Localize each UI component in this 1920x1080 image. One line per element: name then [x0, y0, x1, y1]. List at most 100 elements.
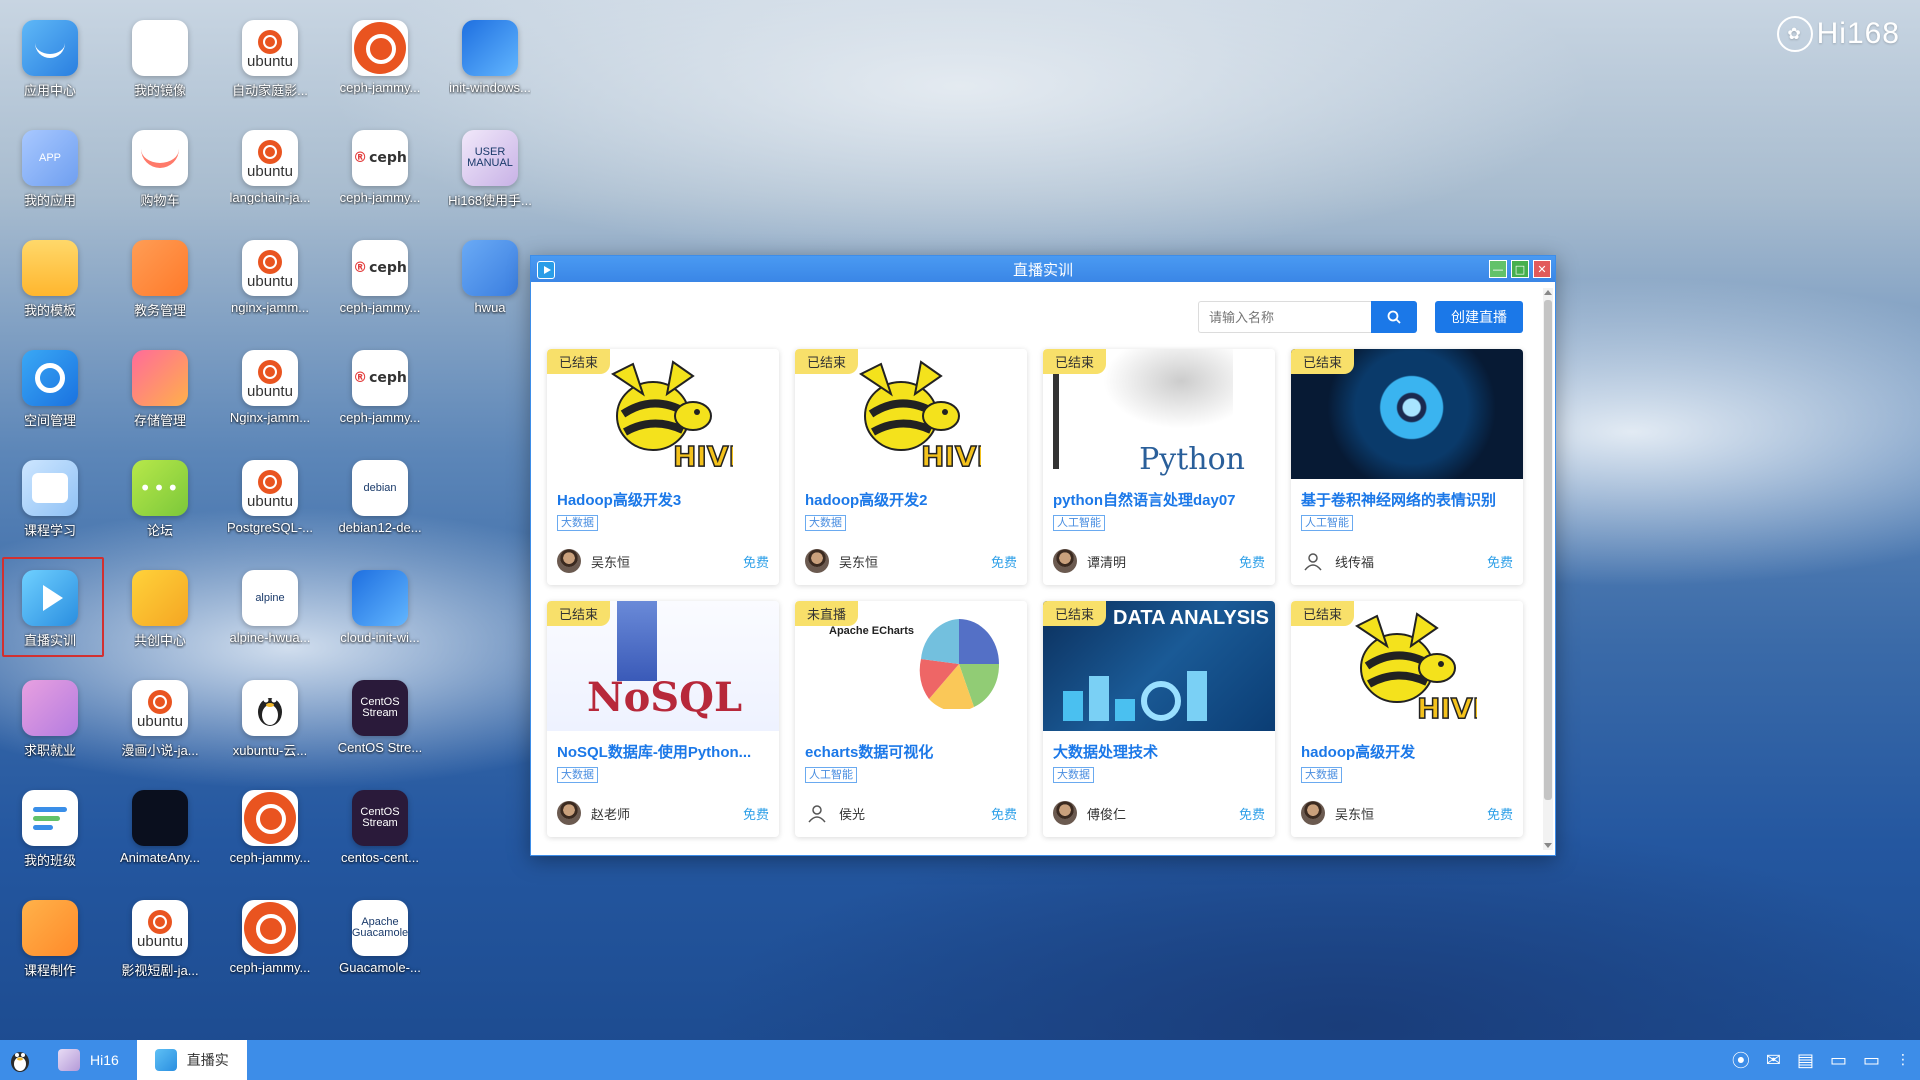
- desktop-icon[interactable]: cloud-init-wi...: [330, 570, 430, 670]
- desktop-icon[interactable]: ubuntu 漫画小说-ja...: [110, 680, 210, 780]
- desktop-icon[interactable]: 我的镜像: [110, 20, 210, 120]
- desktop-icon-label: cloud-init-wi...: [340, 630, 420, 645]
- scroll-up-icon[interactable]: [1544, 290, 1552, 295]
- desktop-icon[interactable]: ® ceph ceph-jammy...: [330, 130, 430, 230]
- desktop-icon[interactable]: init-windows...: [440, 20, 540, 120]
- desktop-icon[interactable]: 我的模板: [0, 240, 100, 340]
- desktop-icon[interactable]: 课程制作: [0, 900, 100, 1000]
- broadcast-icon[interactable]: ⦿: [1732, 1047, 1750, 1073]
- desktop-icon[interactable]: ® ceph ceph-jammy...: [330, 350, 430, 450]
- desktop-icon[interactable]: APP 我的应用: [0, 130, 100, 230]
- search-box: [1198, 301, 1417, 333]
- hive-bee-logo: HIVE: [611, 360, 733, 474]
- desktop-icon[interactable]: 空间管理: [0, 350, 100, 450]
- author-name: 线传福: [1335, 554, 1375, 570]
- desktop-icon-label: ceph-jammy...: [339, 300, 421, 315]
- taskbar: Hi16 直播实 ⦿ ✉ ▤ ▭ ▭ ⋮: [0, 1040, 1920, 1080]
- live-course-card[interactable]: HIVE 已结束 hadoop高级开发大数据吴东恒 免费: [1291, 601, 1523, 837]
- desktop-icon[interactable]: ubuntu Nginx-jamm...: [220, 350, 320, 450]
- desktop-icon[interactable]: xubuntu-云...: [220, 680, 320, 780]
- live-course-card[interactable]: 已结束 基于卷积神经网络的表情识别 人工智能 线传福 免费: [1291, 349, 1523, 585]
- desktop-icon-label: CentOS Stre...: [337, 740, 423, 755]
- course-title[interactable]: python自然语言处理day07: [1043, 479, 1275, 510]
- desktop-icon[interactable]: ® ceph ceph-jammy...: [330, 240, 430, 340]
- desktop-icon[interactable]: 购物车: [110, 130, 210, 230]
- desktop-icon[interactable]: ceph-jammy...: [330, 20, 430, 120]
- close-button[interactable]: ✕: [1533, 260, 1551, 278]
- scrollbar[interactable]: [1543, 288, 1553, 850]
- desktop-icon-label: 我的模板: [23, 303, 76, 318]
- desktop-icon-label: debian12-de...: [338, 520, 422, 535]
- paw-icon: ✿: [1776, 16, 1813, 52]
- system-tray: ⦿ ✉ ▤ ▭ ▭ ⋮: [1732, 1040, 1910, 1080]
- status-badge: 已结束: [795, 349, 859, 374]
- desktop-icon[interactable]: 求职就业: [0, 680, 100, 780]
- search-input[interactable]: [1198, 301, 1371, 333]
- live-icon: [154, 1049, 177, 1071]
- desktop-icon[interactable]: ubuntu nginx-jamm...: [220, 240, 320, 340]
- desktop-icon[interactable]: hwua: [440, 240, 540, 340]
- desktop-icon[interactable]: 教务管理: [110, 240, 210, 340]
- wechat-icon[interactable]: ✉: [1766, 1050, 1781, 1071]
- desktop-icon[interactable]: CentOS Stream centos-cent...: [330, 790, 430, 890]
- author-name: 赵老师: [591, 806, 631, 822]
- live-course-card[interactable]: HIVE 已结束 hadoop高级开发2 大数据吴东恒 免费: [795, 349, 1027, 585]
- desktop-icon[interactable]: ubuntu PostgreSQL-...: [220, 460, 320, 560]
- course-title[interactable]: NoSQL数据库-使用Python...: [547, 731, 779, 762]
- live-course-card[interactable]: Python 已结束 python自然语言处理day07 人工智能 谭清明 免费: [1043, 349, 1275, 585]
- desktop-icon[interactable]: ••• 论坛: [110, 460, 210, 560]
- desktop-icon[interactable]: ceph-jammy...: [220, 790, 320, 890]
- desktop-icon[interactable]: USER MANUAL Hi168使用手...: [440, 130, 540, 230]
- desktop-icon[interactable]: 应用中心: [0, 20, 100, 120]
- desktop-icon[interactable]: Apache Guacamole Guacamole-...: [330, 900, 430, 1000]
- desktop-icon[interactable]: ubuntu 自动家庭影...: [220, 20, 320, 120]
- taskbar-item-live[interactable]: 直播实: [136, 1040, 247, 1080]
- desktop-icon[interactable]: 存储管理: [110, 350, 210, 450]
- desktop-icon[interactable]: debian debian12-de...: [330, 460, 430, 560]
- desktop-icon[interactable]: alpine alpine-hwua...: [220, 570, 320, 670]
- course-title[interactable]: echarts数据可视化: [795, 731, 1027, 762]
- category-tag: 大数据: [1301, 767, 1342, 783]
- scrollbar-thumb[interactable]: [1544, 300, 1552, 800]
- desktop-icon[interactable]: ubuntu langchain-ja...: [220, 130, 320, 230]
- taskbar-item-hi168[interactable]: Hi16: [40, 1040, 137, 1080]
- live-training-window: 直播实训 — □ ✕ 创建直播 HIVE已结束Hadoop高级开发3大数据吴东恒…: [530, 255, 1556, 856]
- course-title[interactable]: hadoop高级开发: [1291, 731, 1523, 762]
- maximize-button[interactable]: □: [1511, 260, 1529, 278]
- desktop-icon[interactable]: CentOS Stream CentOS Stre...: [330, 680, 430, 780]
- taskbar-item-label: Hi16: [90, 1052, 119, 1068]
- chat-icon[interactable]: ▭: [1830, 1050, 1847, 1071]
- price-label: 免费: [742, 806, 769, 822]
- monitor-icon[interactable]: ▭: [1863, 1050, 1880, 1071]
- desktop-icon[interactable]: 课程学习: [0, 460, 100, 560]
- live-course-card[interactable]: DATA ANALYSIS 已结束 大数据处理技术 大数据 傅俊仁 免费: [1043, 601, 1275, 837]
- avatar: [557, 549, 581, 573]
- desktop-icon[interactable]: ubuntu 影视短剧-ja...: [110, 900, 210, 1000]
- live-course-card[interactable]: NoSQL 已结束 NoSQL数据库-使用Python... 大数据 赵老师 免费: [547, 601, 779, 837]
- course-title[interactable]: hadoop高级开发2: [795, 479, 1027, 510]
- alpine-icon: alpine: [242, 570, 298, 626]
- desktop-icon[interactable]: 共创中心: [110, 570, 210, 670]
- create-live-button[interactable]: 创建直播: [1435, 301, 1523, 333]
- category-tag: 大数据: [557, 767, 598, 783]
- ceph-icon: ® ceph: [352, 130, 408, 186]
- card-footer: 线传福 免费: [1301, 549, 1513, 573]
- live-course-card[interactable]: Apache ECharts 未直播 echarts数据可视化 人工智能 侯光 免费: [795, 601, 1027, 837]
- course-title[interactable]: 基于卷积神经网络的表情识别: [1291, 479, 1523, 510]
- course-title[interactable]: Hadoop高级开发3: [547, 479, 779, 510]
- desktop-icon-label: hwua: [474, 300, 506, 315]
- desktop-icon[interactable]: 我的班级: [0, 790, 100, 890]
- more-icon[interactable]: ⋮: [1896, 1052, 1910, 1068]
- start-button[interactable]: [0, 1040, 40, 1080]
- search-button[interactable]: [1371, 301, 1417, 333]
- window-titlebar[interactable]: 直播实训 — □ ✕: [531, 256, 1555, 282]
- scroll-down-icon[interactable]: [1544, 843, 1552, 848]
- minimize-button[interactable]: —: [1489, 260, 1507, 278]
- course-title[interactable]: 大数据处理技术: [1043, 731, 1275, 762]
- notes-icon[interactable]: ▤: [1797, 1050, 1814, 1071]
- desktop-icon[interactable]: ceph-jammy...: [220, 900, 320, 1000]
- desktop-icon[interactable]: AnimateAny...: [110, 790, 210, 890]
- live-course-card[interactable]: HIVE 已结束 Hadoop高级开发3 大数据吴东恒 免费: [547, 349, 779, 585]
- taskbar-item-label: 直播实: [186, 1052, 229, 1068]
- job-icon: [22, 680, 78, 736]
